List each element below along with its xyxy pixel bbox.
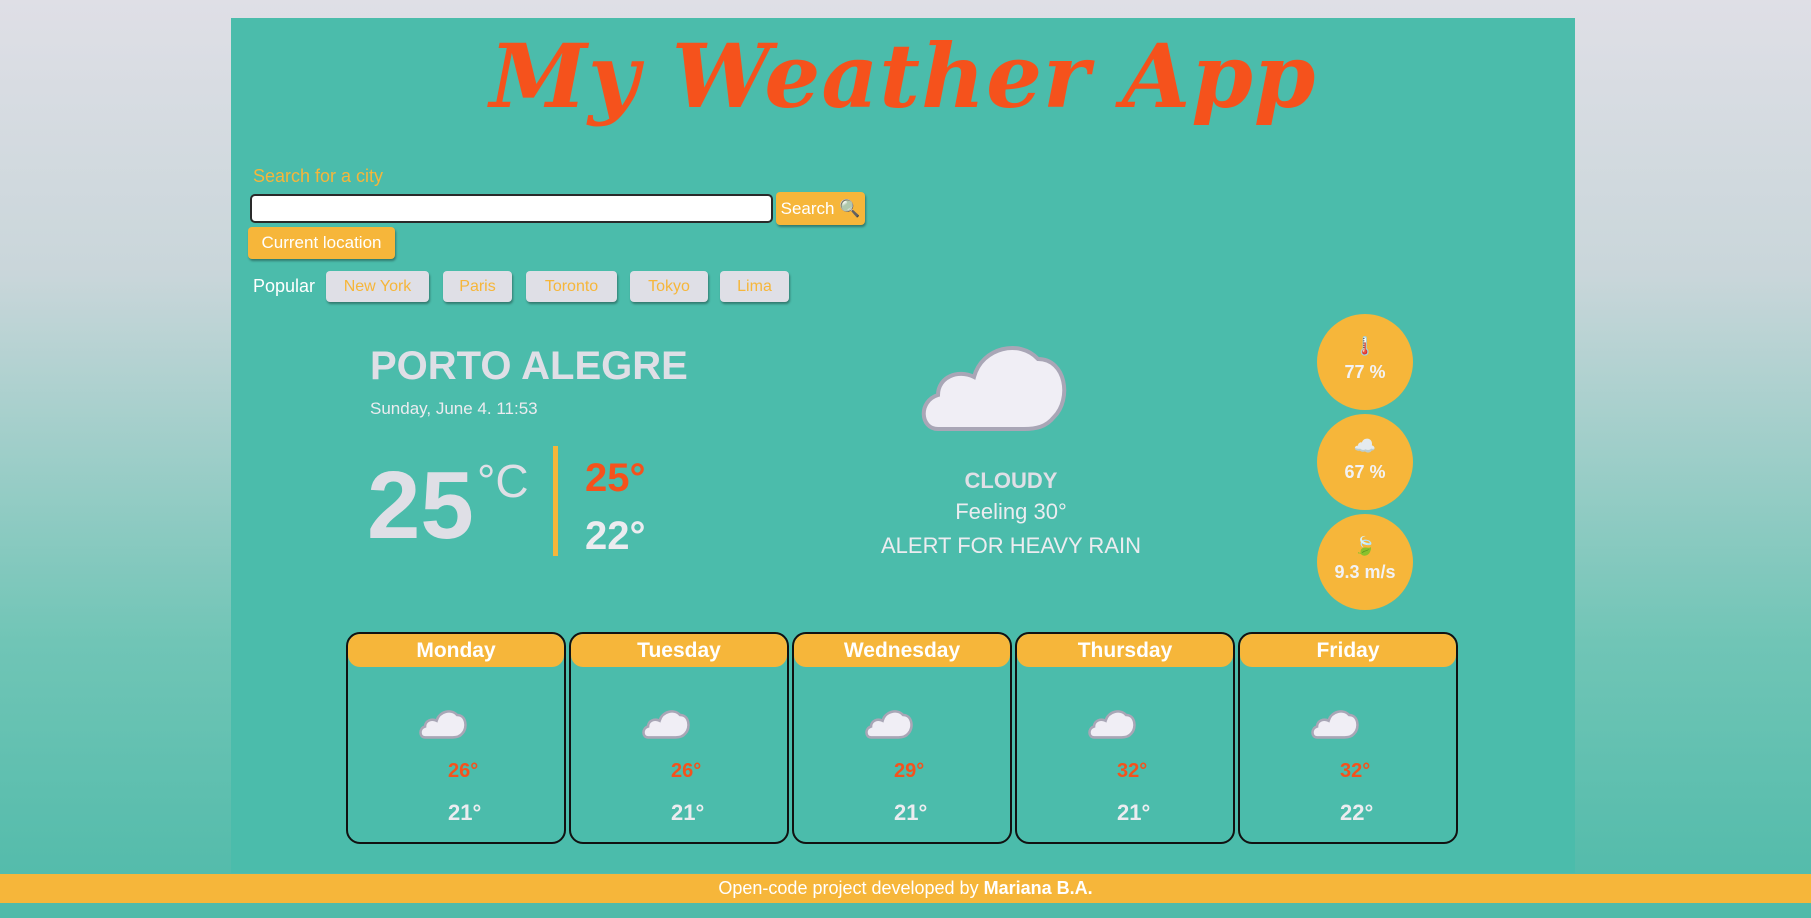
forecast-min: 21° xyxy=(1117,800,1151,825)
forecast-card-wednesday: Wednesday 29° 21° xyxy=(792,632,1012,844)
forecast-card-tuesday: Tuesday 26° 21° xyxy=(569,632,789,844)
forecast-day: Monday xyxy=(348,634,564,667)
temperature-divider xyxy=(553,446,558,556)
app-title: My Weather App xyxy=(489,24,1317,128)
forecast-min: 22° xyxy=(1340,800,1374,825)
thermometer-icon: 🌡️ xyxy=(1353,336,1377,356)
forecast-card-friday: Friday 32° 22° xyxy=(1238,632,1458,844)
today-min-temperature: 22° xyxy=(585,514,646,558)
weather-alert: ALERT FOR HEAVY RAIN xyxy=(880,533,1141,558)
forecast-max: 29° xyxy=(894,760,925,782)
footer-text: Open-code project developed by xyxy=(718,878,984,898)
cloudiness-bubble: ☁️ 67 % xyxy=(1317,414,1413,510)
footer-author-link[interactable]: Mariana B.A. xyxy=(984,878,1093,898)
forecast-min: 21° xyxy=(671,800,705,825)
cloud-icon: ☁️ xyxy=(1353,436,1377,456)
current-temperature: 25 xyxy=(367,452,474,559)
cloud-icon xyxy=(1310,706,1360,745)
city-button-toronto[interactable]: Toronto xyxy=(526,271,617,302)
forecast-day: Tuesday xyxy=(571,634,787,667)
cloud-icon xyxy=(641,706,691,745)
cloud-icon xyxy=(1087,706,1137,745)
forecast-min: 21° xyxy=(448,800,482,825)
forecast-max: 26° xyxy=(448,760,479,782)
feels-like: Feeling 30° xyxy=(955,499,1067,524)
forecast-day: Friday xyxy=(1240,634,1456,667)
search-input[interactable] xyxy=(250,194,773,223)
forecast-max: 32° xyxy=(1340,760,1371,782)
forecast-card-monday: Monday 26° 21° xyxy=(346,632,566,844)
forecast-day: Thursday xyxy=(1017,634,1233,667)
search-button[interactable]: Search 🔍 xyxy=(776,192,865,225)
weather-condition: CLOUDY xyxy=(964,468,1058,493)
forecast-min: 21° xyxy=(894,800,928,825)
forecast-max: 32° xyxy=(1117,760,1148,782)
city-button-new-york[interactable]: New York xyxy=(326,271,429,302)
cloud-icon xyxy=(418,706,468,745)
cloudiness-value: 67 % xyxy=(1344,462,1386,482)
current-date: Sunday, June 4. 11:53 xyxy=(370,399,538,418)
forecast-day: Wednesday xyxy=(794,634,1010,667)
city-button-lima[interactable]: Lima xyxy=(720,271,789,302)
app-container: My Weather App Search for a city Search … xyxy=(231,18,1575,873)
humidity-value: 77 % xyxy=(1344,362,1386,382)
city-button-tokyo[interactable]: Tokyo xyxy=(630,271,708,302)
cloud-icon xyxy=(916,333,1072,440)
current-location-button[interactable]: Current location xyxy=(248,227,395,259)
temperature-unit[interactable]: °C xyxy=(477,454,529,508)
footer: Open-code project developed by Mariana B… xyxy=(0,874,1811,903)
leaf-wind-icon: 🍃 xyxy=(1353,536,1377,556)
humidity-bubble: 🌡️ 77 % xyxy=(1317,314,1413,410)
city-button-paris[interactable]: Paris xyxy=(443,271,512,302)
wind-bubble: 🍃 9.3 m/s xyxy=(1317,514,1413,610)
city-name: PORTO ALEGRE xyxy=(370,344,688,388)
popular-label: Popular xyxy=(253,276,316,296)
today-max-temperature: 25° xyxy=(585,456,646,500)
wind-value: 9.3 m/s xyxy=(1334,562,1396,582)
cloud-icon xyxy=(864,706,914,745)
forecast-card-thursday: Thursday 32° 21° xyxy=(1015,632,1235,844)
search-label: Search for a city xyxy=(253,166,384,186)
forecast-max: 26° xyxy=(671,760,702,782)
